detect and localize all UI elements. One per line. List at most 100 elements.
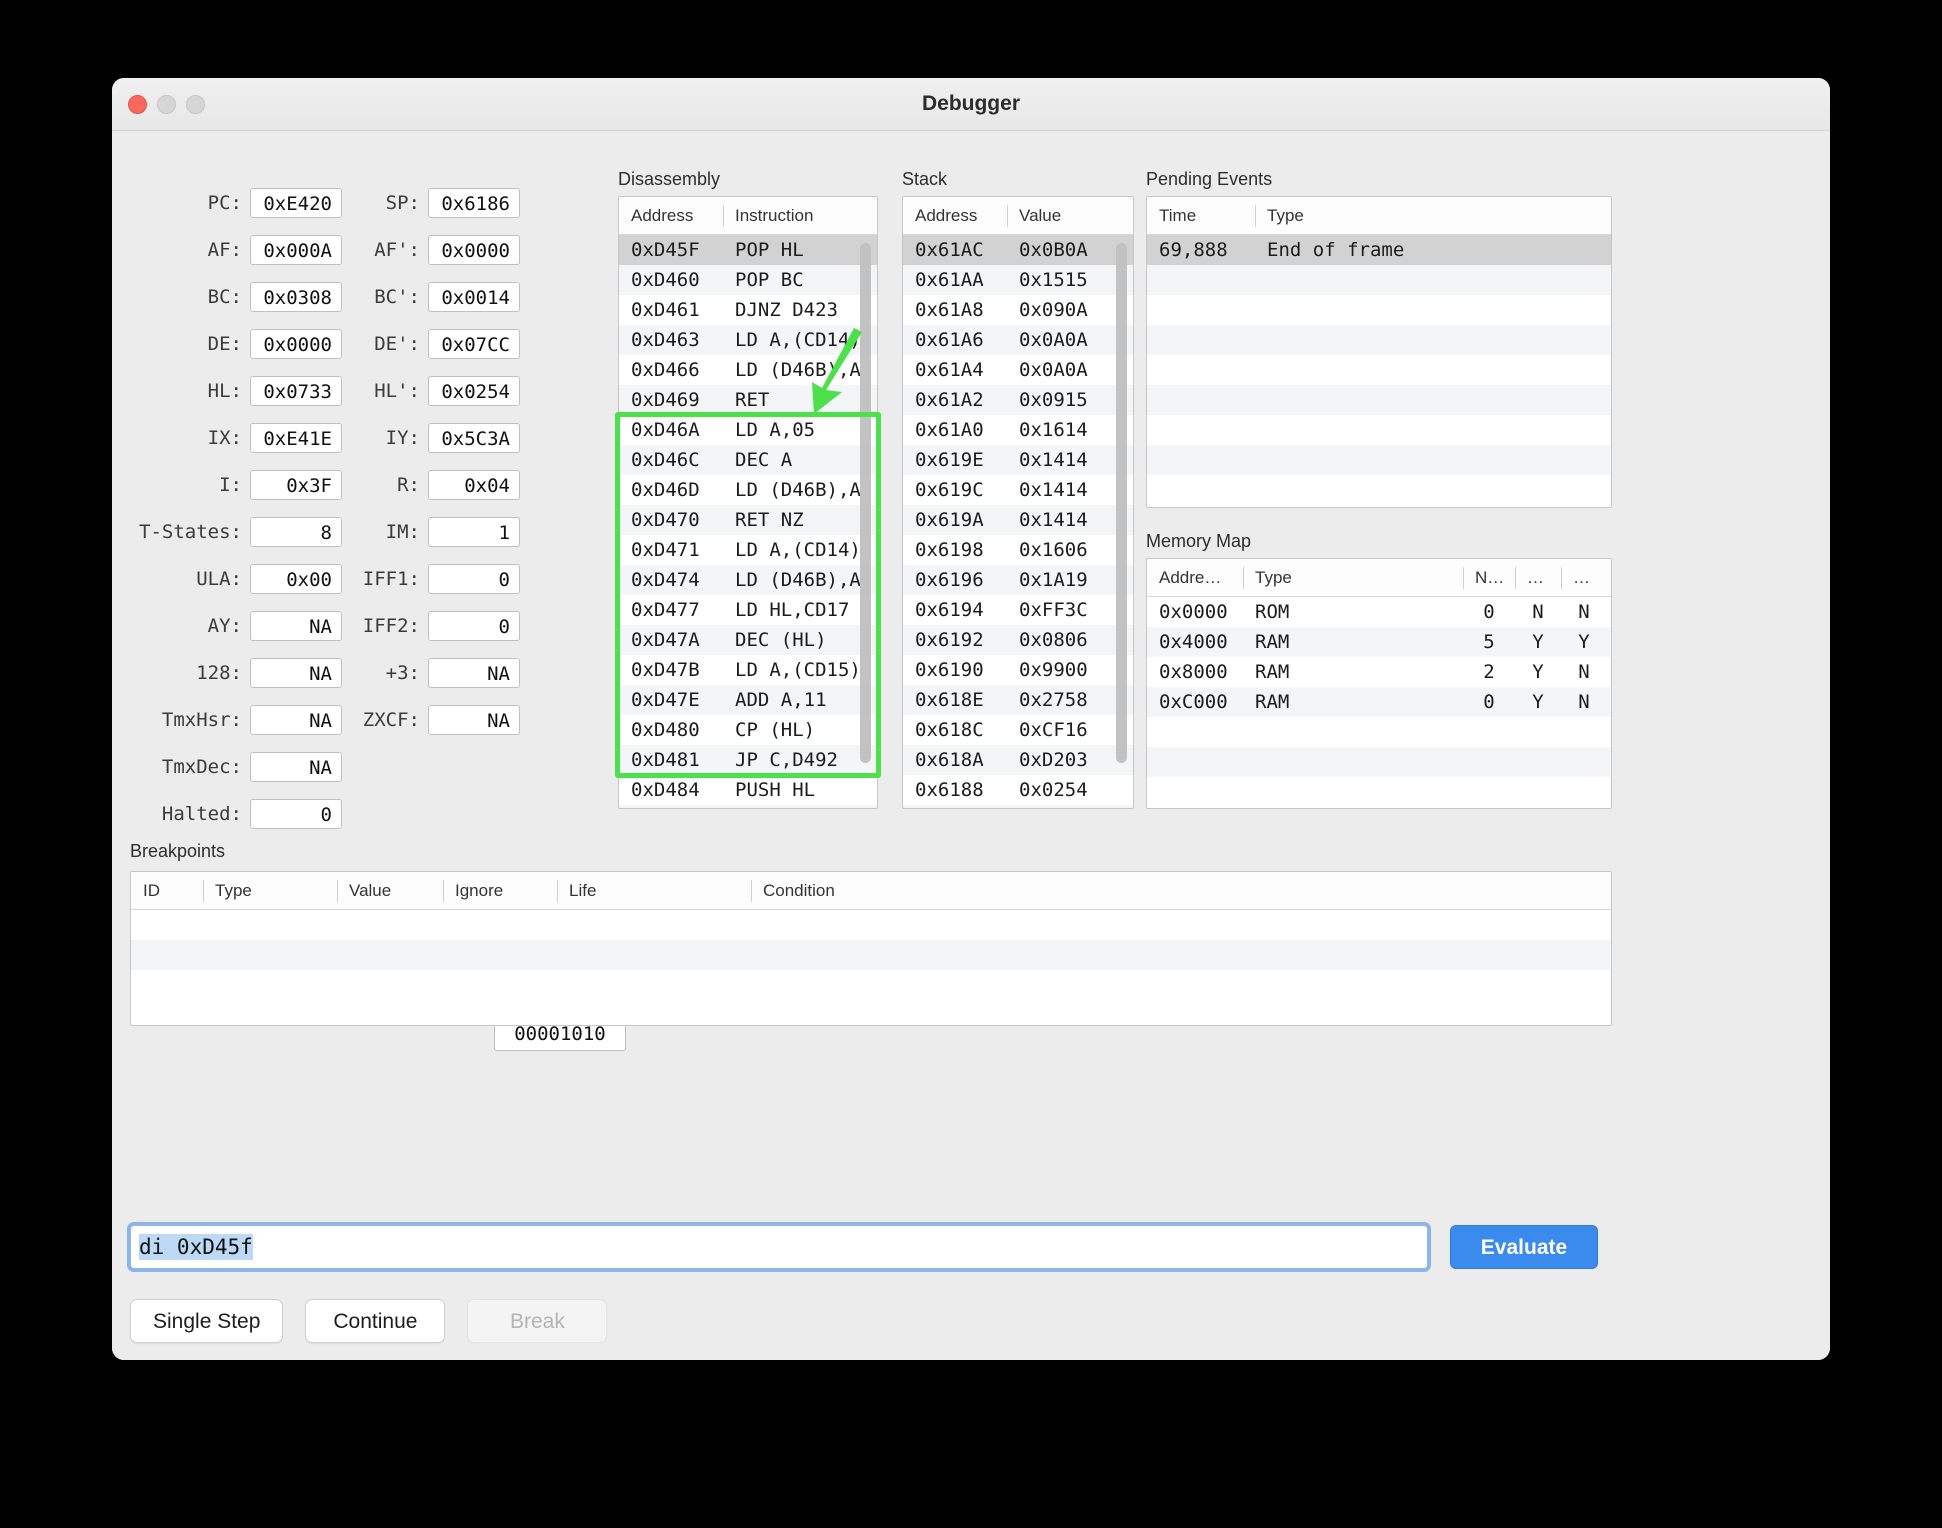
table-row[interactable]: 0xD474 LD (D46B),A [619, 565, 877, 595]
table-row[interactable]: 0x61AC 0x0B0A [903, 235, 1133, 265]
table-row[interactable]: 0x61860xE3E6 [903, 805, 1133, 808]
table-row[interactable]: 0xD477 LD HL,CD17 [619, 595, 877, 625]
table-row[interactable]: 0x8000 RAM 2 Y N [1147, 657, 1611, 687]
table-row[interactable]: 0xD46D LD (D46B),A [619, 475, 877, 505]
table-row[interactable]: 0xD470 RET NZ [619, 505, 877, 535]
table-row[interactable]: 0x619E 0x1414 [903, 445, 1133, 475]
register-value[interactable]: 0 [250, 798, 342, 829]
table-row[interactable]: 0xD46A LD A,05 [619, 415, 877, 445]
table-row[interactable]: 0x6194 0xFF3C [903, 595, 1133, 625]
table-row[interactable]: 0xD480 CP (HL) [619, 715, 877, 745]
table-row[interactable]: 0xD481 JP C,D492 [619, 745, 877, 775]
table-row[interactable]: 0xD46C DEC A [619, 445, 877, 475]
register-value[interactable]: 0x3F [250, 469, 342, 500]
pending-events-table[interactable]: Time Type 69,888 End of frame [1146, 196, 1612, 508]
table-row[interactable]: 0xC000 RAM 0 Y N [1147, 687, 1611, 717]
register-value[interactable]: 0x000A [250, 234, 342, 265]
register-value[interactable]: 0x6186 [428, 187, 520, 218]
table-row[interactable]: 0x618C 0xCF16 [903, 715, 1133, 745]
table-row[interactable]: 0x61A0 0x1614 [903, 415, 1133, 445]
register-value[interactable]: 8 [250, 516, 342, 547]
table-row[interactable]: 0xD47E ADD A,11 [619, 685, 877, 715]
debugger-window: Debugger PC: 0xE420 SP: 0x6186 AF: 0x000A AF':… [112, 78, 1830, 1360]
command-input[interactable]: di 0xD45f [130, 1225, 1428, 1269]
register-value[interactable]: 0x0014 [428, 281, 520, 312]
continue-button[interactable]: Continue [305, 1299, 446, 1343]
register-value[interactable]: NA [428, 704, 520, 735]
register-value[interactable]: 0 [428, 563, 520, 594]
register-value[interactable]: 0x0733 [250, 375, 342, 406]
register-value[interactable]: NA [250, 704, 342, 735]
register-value[interactable]: NA [250, 751, 342, 782]
disassembly-scrollbar[interactable] [860, 243, 871, 763]
column-header[interactable]: Type [1243, 566, 1463, 589]
column-header[interactable]: N… [1463, 566, 1515, 589]
table-row[interactable]: 0xD461 DJNZ D423 [619, 295, 877, 325]
table-row[interactable]: 0x6192 0x0806 [903, 625, 1133, 655]
table-row[interactable]: 0xD466 LD (D46B),A [619, 355, 877, 385]
column-header[interactable]: Type [1255, 204, 1605, 227]
table-row[interactable]: 0x6188 0x0254 [903, 775, 1133, 805]
register-value[interactable]: 0x04 [428, 469, 520, 500]
disassembly-table[interactable]: Address Instruction 0xD45F POP HL 0xD460 POP … [618, 196, 878, 809]
breakpoints-table[interactable]: ID Type Value Ignore Life Condition [130, 871, 1612, 1026]
table-row[interactable]: 0xD485LD A,(HL) [619, 805, 877, 808]
register-value[interactable]: 0x5C3A [428, 422, 520, 453]
column-header[interactable]: Life [557, 879, 751, 902]
column-header[interactable]: Value [337, 879, 443, 902]
table-row[interactable]: 0x61A6 0x0A0A [903, 325, 1133, 355]
table-row[interactable]: 0x6198 0x1606 [903, 535, 1133, 565]
table-row[interactable]: 0x61AA 0x1515 [903, 265, 1133, 295]
register-value[interactable]: 0xE420 [250, 187, 342, 218]
table-row[interactable]: 0x618E 0x2758 [903, 685, 1133, 715]
column-header[interactable]: Time [1147, 205, 1255, 227]
table-row[interactable]: 0x61A4 0x0A0A [903, 355, 1133, 385]
register-value[interactable]: 0x0308 [250, 281, 342, 312]
register-value[interactable]: 0 [428, 610, 520, 641]
register-value[interactable]: NA [428, 657, 520, 688]
column-header[interactable]: Value [1007, 204, 1123, 227]
evaluate-button[interactable]: Evaluate [1450, 1225, 1598, 1269]
table-row[interactable]: 0x61A2 0x0915 [903, 385, 1133, 415]
table-row[interactable]: 0xD47B LD A,(CD15) [619, 655, 877, 685]
table-row[interactable]: 0xD45F POP HL [619, 235, 877, 265]
column-header[interactable]: Address [619, 205, 723, 227]
register-value[interactable]: 0x07CC [428, 328, 520, 359]
table-row[interactable]: 0xD460 POP BC [619, 265, 877, 295]
register-value[interactable]: 0x0254 [428, 375, 520, 406]
column-header[interactable]: Ignore [443, 879, 557, 902]
table-row[interactable]: 0xD469 RET [619, 385, 877, 415]
column-header[interactable]: … [1515, 566, 1561, 589]
column-header[interactable]: ID [131, 880, 203, 902]
register-value[interactable]: 0x00 [250, 563, 342, 594]
register-value[interactable]: 1 [428, 516, 520, 547]
memory-map-table[interactable]: Addre… Type N……… 0x0000 ROM 0 N N 0x4000 RAM 5 Y Y 0x… [1146, 558, 1612, 809]
register-value[interactable]: NA [250, 657, 342, 688]
stack-scrollbar[interactable] [1116, 243, 1127, 763]
table-row[interactable]: 0x4000 RAM 5 Y Y [1147, 627, 1611, 657]
column-header[interactable]: Addre… [1147, 567, 1243, 589]
register-value[interactable]: 0x0000 [428, 234, 520, 265]
table-row[interactable]: 0xD463 LD A,(CD14) [619, 325, 877, 355]
column-header[interactable]: Address [903, 205, 1007, 227]
table-row[interactable]: 0x619A 0x1414 [903, 505, 1133, 535]
table-row[interactable]: 0x6190 0x9900 [903, 655, 1133, 685]
table-row[interactable]: 0x619C 0x1414 [903, 475, 1133, 505]
column-header[interactable]: Instruction [723, 204, 877, 227]
column-header[interactable]: Condition [751, 879, 1051, 902]
table-row[interactable]: 0xD47A DEC (HL) [619, 625, 877, 655]
column-header[interactable]: … [1561, 566, 1607, 589]
column-header[interactable]: Type [203, 879, 337, 902]
register-value[interactable]: 0x0000 [250, 328, 342, 359]
table-row[interactable]: 0xD484 PUSH HL [619, 775, 877, 805]
register-value[interactable]: 0xE41E [250, 422, 342, 453]
table-row[interactable]: 0x61A8 0x090A [903, 295, 1133, 325]
table-row[interactable]: 0xD471 LD A,(CD14) [619, 535, 877, 565]
table-row[interactable]: 0x6196 0x1A19 [903, 565, 1133, 595]
table-row[interactable]: 69,888 End of frame [1147, 235, 1611, 265]
table-row[interactable]: 0x0000 ROM 0 N N [1147, 597, 1611, 627]
register-value[interactable]: NA [250, 610, 342, 641]
single-step-button[interactable]: Single Step [130, 1299, 284, 1343]
stack-table[interactable]: Address Value 0x61AC 0x0B0A 0x61AA 0x1515 0x61… [902, 196, 1134, 809]
table-row[interactable]: 0x618A 0xD203 [903, 745, 1133, 775]
